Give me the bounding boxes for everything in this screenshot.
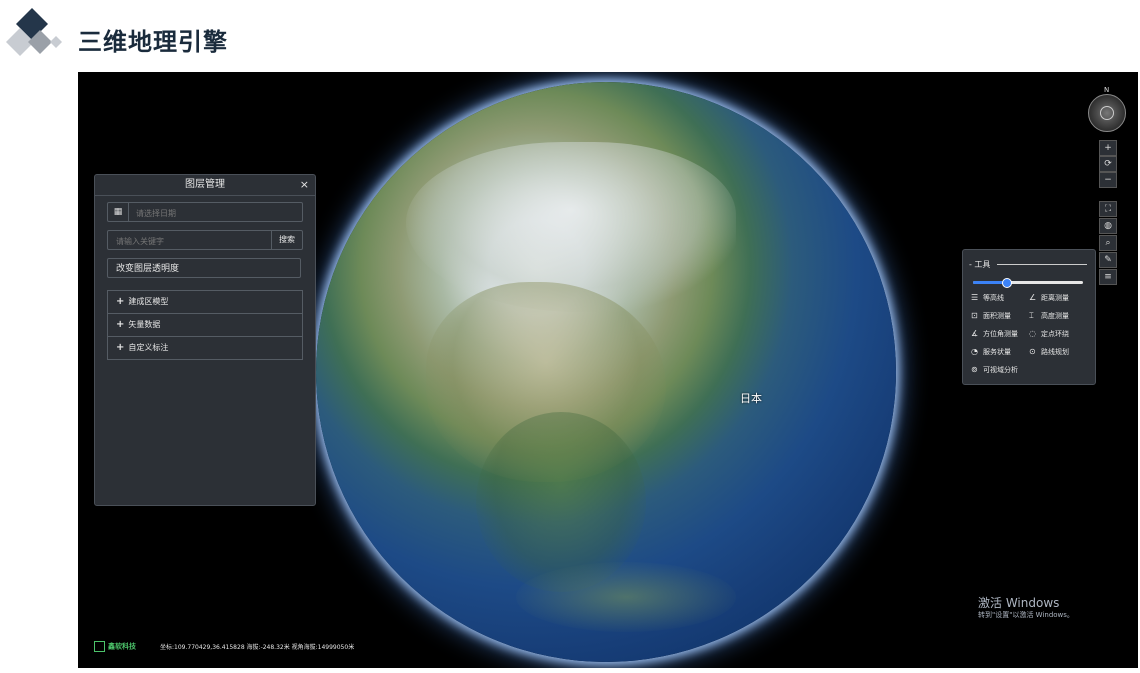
tool-label: 高度测量 [1041,312,1069,320]
company-logo-icon [94,641,105,652]
layer-item-label: 矢量数据 [128,320,161,329]
search-icon[interactable]: ⌕ [1099,235,1117,251]
map-viewport[interactable]: 日本 图层管理 × ▦ 搜索 改变图层透明度 +建成区模型 +矢量数据 +自定义… [78,72,1138,668]
layer-panel-header: 图层管理 × [95,175,315,196]
pie-icon: ◔ [971,347,978,356]
ruler-icon: ∠ [1029,293,1037,302]
fullscreen-icon[interactable]: ⛶ [1099,201,1117,217]
tool-label: 服务状量 [983,348,1011,356]
tool-label: 距离测量 [1041,294,1069,302]
activation-watermark-subtitle: 转到"设置"以激活 Windows。 [978,611,1074,619]
layer-item-vector[interactable]: + 矢量数据 [108,314,302,337]
tool-label: 路线规划 [1041,348,1069,356]
plus-icon: + [116,342,125,353]
layer-item-label: 建成区模型 [128,297,169,306]
tool-route[interactable]: ⊙ 路线规划 [1029,347,1069,357]
tool-label: 定点环绕 [1041,330,1069,338]
app-title: 三维地理引擎 [78,28,228,56]
globe-mode-icon[interactable]: ◍ [1099,218,1117,234]
layer-item-label: 自定义标注 [128,343,169,352]
activation-watermark-title: 激活 Windows [978,596,1060,610]
plus-icon: + [116,296,125,307]
close-icon[interactable]: × [300,175,309,195]
company-name: 鑫软科技 [108,642,136,651]
app-logo-icon [6,8,62,56]
angle-icon: ∡ [971,329,979,338]
layer-list: + 建成区模型 + 矢量数据 + 自定义标注 [107,290,303,360]
viewshed-icon: ⊚ [971,365,978,374]
tool-viewshed[interactable]: ⊚ 可视域分析 [971,365,1018,375]
search-button[interactable]: 搜索 [271,231,302,249]
calendar-icon[interactable]: ▦ [108,203,129,221]
compass-north-label: N [1104,86,1110,94]
layer-panel-title: 图层管理 [185,179,225,190]
tool-label: 可视域分析 [983,366,1018,374]
layer-panel: 图层管理 × ▦ 搜索 改变图层透明度 +建成区模型 +矢量数据 +自定义标注 [94,174,316,506]
tool-area[interactable]: ⊡ 面积测量 [971,311,1011,321]
menu-icon[interactable]: ≡ [1099,269,1117,285]
tools-panel: - 工具 ☰ 等高线 ∠ 距离测量 ⊡ 面积测量 ⌶ 高度测量 ∡ 方位角测量 ◌ 定点环绕… [962,249,1096,385]
map-label-japan: 日本 [740,392,762,405]
globe[interactable]: 日本 [316,82,896,662]
date-input[interactable] [134,203,298,223]
compass-icon[interactable] [1088,94,1126,132]
tools-title: - 工具 [969,260,991,269]
height-icon: ⌶ [1029,311,1034,320]
slider-handle[interactable] [1002,278,1012,288]
layer-item-buildings[interactable]: + 建成区模型 [108,291,302,314]
tool-distance[interactable]: ∠ 距离测量 [1029,293,1069,303]
search-input[interactable] [114,231,268,251]
area-icon: ⊡ [971,311,978,320]
tool-azimuth[interactable]: ∡ 方位角测量 [971,329,1018,339]
opacity-slider[interactable] [973,278,1083,288]
company-label: 鑫软科技 [94,641,136,652]
zoom-out-button[interactable]: − [1099,172,1117,188]
date-picker[interactable]: ▦ [107,202,303,223]
wrench-icon[interactable]: ✎ [1099,252,1117,268]
header: 三维地理引擎 [0,0,1140,72]
tool-label: 面积测量 [983,312,1011,320]
tool-label: 等高线 [983,294,1004,302]
route-icon: ⊙ [1029,347,1036,356]
tool-service[interactable]: ◔ 服务状量 [971,347,1011,357]
coordinate-status: 坐标:109.770429,36.415828 海拔:-248.32米 视角海拔… [160,644,355,651]
contour-icon: ☰ [971,293,979,302]
orbit-icon: ◌ [1029,329,1036,338]
reset-view-button[interactable]: ⟳ [1099,156,1117,172]
tool-label: 方位角测量 [983,330,1018,338]
opacity-button[interactable]: 改变图层透明度 [107,258,301,278]
zoom-in-button[interactable]: + [1099,140,1117,156]
layer-item-annotation[interactable]: + 自定义标注 [108,337,302,359]
plus-icon: + [116,319,125,330]
tool-height[interactable]: ⌶ 高度测量 [1029,311,1069,321]
tool-orbit[interactable]: ◌ 定点环绕 [1029,329,1069,339]
search-bar: 搜索 [107,230,303,251]
tool-contour[interactable]: ☰ 等高线 [971,293,1004,303]
